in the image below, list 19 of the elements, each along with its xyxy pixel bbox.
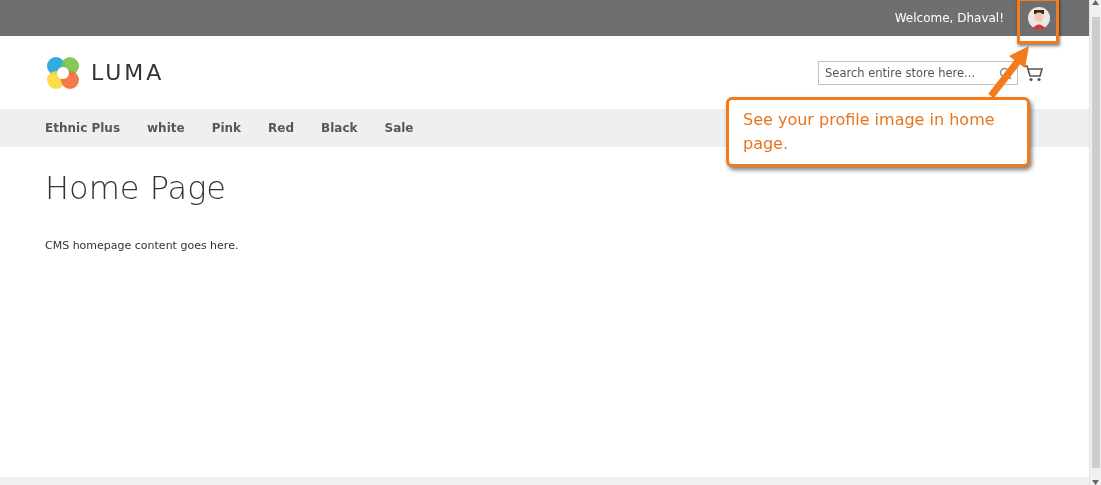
logo-text[interactable]: LUMA bbox=[91, 60, 165, 85]
scroll-up-icon[interactable] bbox=[1092, 0, 1099, 5]
welcome-text: Welcome, Dhaval! bbox=[894, 11, 1004, 25]
nav-link[interactable]: Pink bbox=[211, 121, 242, 135]
logo-icon[interactable] bbox=[45, 54, 81, 91]
cart-icon[interactable] bbox=[1022, 63, 1044, 82]
nav-link[interactable]: Sale bbox=[384, 121, 414, 135]
nav-link[interactable]: Black bbox=[321, 121, 358, 135]
callout-text: See your profile image in home page. bbox=[726, 97, 1030, 167]
avatar-icon[interactable] bbox=[1028, 7, 1050, 29]
search-icon[interactable] bbox=[999, 66, 1012, 80]
page-title: Home Page bbox=[45, 169, 228, 207]
search-field[interactable]: Search entire store here... bbox=[818, 60, 1018, 85]
nav-link[interactable]: Ethnic Plus bbox=[45, 121, 121, 135]
highlight-frame bbox=[1017, 0, 1059, 44]
nav-link[interactable]: Red bbox=[268, 121, 295, 135]
scroll-down-icon[interactable] bbox=[1092, 480, 1099, 485]
content-text: CMS homepage content goes here. bbox=[45, 239, 240, 252]
nav-link[interactable]: white bbox=[147, 121, 185, 135]
